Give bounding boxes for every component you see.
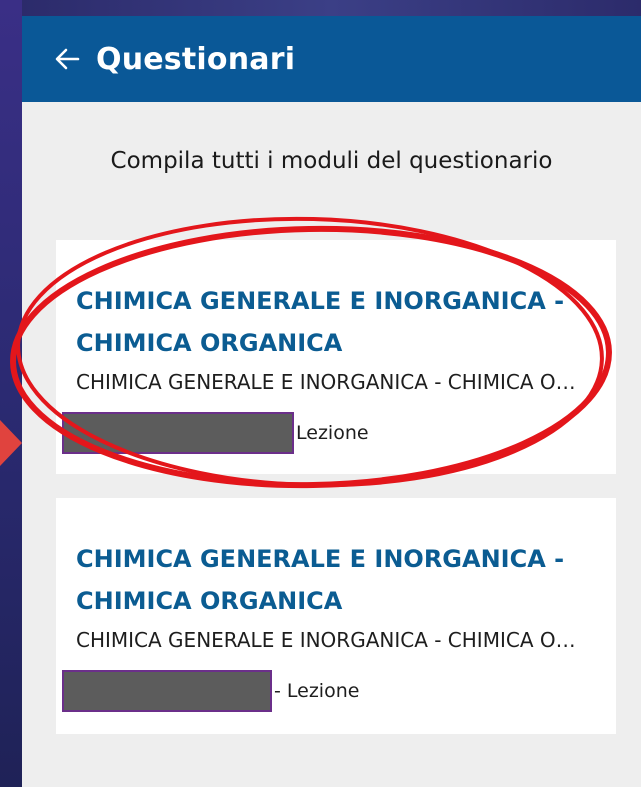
card-title-line: CHIMICA GENERALE E INORGANICA - (76, 287, 565, 315)
card-meta: Lezione (62, 412, 369, 454)
card-description: CHIMICA GENERALE E INORGANICA - CHIMICA … (76, 628, 586, 652)
background-strip (0, 0, 22, 787)
page-title: Questionari (96, 41, 296, 77)
app-bar: Questionari (22, 16, 641, 102)
lesson-label: - Lezione (274, 680, 360, 702)
card-description: CHIMICA GENERALE E INORGANICA - CHIMICA … (76, 370, 586, 394)
questionnaire-card[interactable]: CHIMICA GENERALE E INORGANICA - CHIMICA … (56, 498, 616, 734)
card-title-line: CHIMICA GENERALE E INORGANICA - (76, 545, 565, 573)
redacted-block (62, 412, 294, 454)
instructions-text: Compila tutti i moduli del questionario (110, 148, 553, 174)
card-meta: - Lezione (62, 670, 359, 712)
background-top-band (22, 0, 641, 16)
questionnaire-card[interactable]: CHIMICA GENERALE E INORGANICA - CHIMICA … (56, 240, 616, 474)
card-title-line: CHIMICA ORGANICA (76, 587, 343, 615)
card-title-line: CHIMICA ORGANICA (76, 329, 343, 357)
questionnaire-screen: Questionari Compila tutti i moduli del q… (22, 16, 641, 787)
card-title: CHIMICA GENERALE E INORGANICA - CHIMICA … (76, 280, 596, 364)
card-title: CHIMICA GENERALE E INORGANICA - CHIMICA … (76, 538, 596, 622)
lesson-label: Lezione (296, 422, 369, 444)
back-arrow-icon[interactable] (44, 36, 90, 82)
redacted-block (62, 670, 272, 712)
